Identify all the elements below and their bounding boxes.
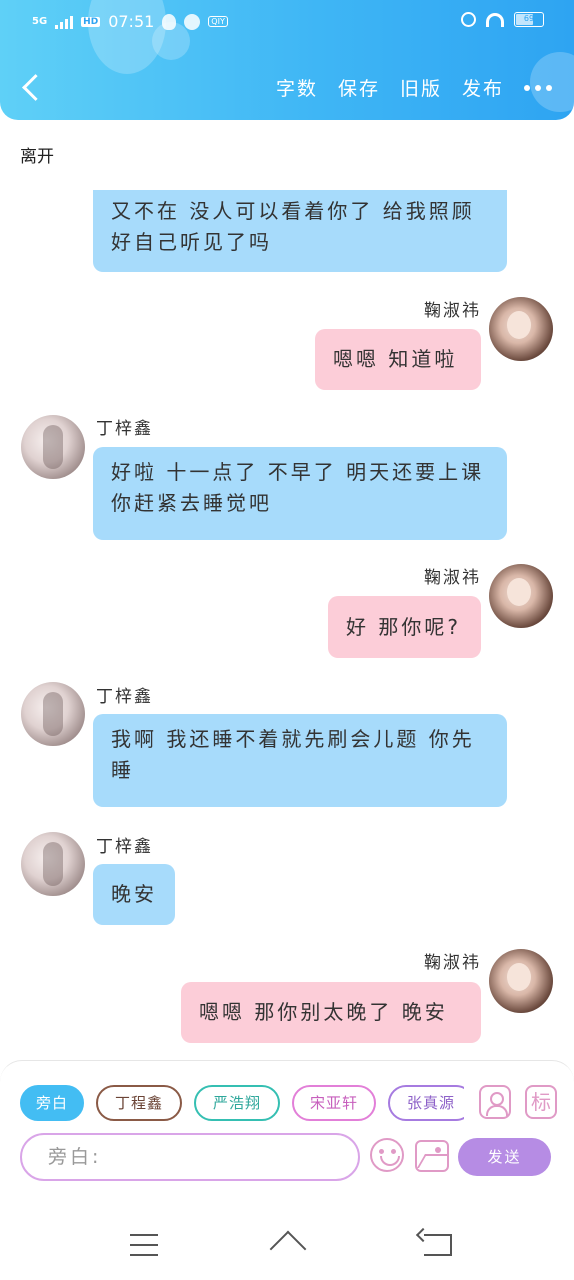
message-bubble[interactable]: 好啦 十一点了 不早了 明天还要上课你赶紧去睡觉吧	[93, 447, 507, 540]
header-actions: 字数 保存 旧版 发布	[276, 74, 552, 101]
avatar[interactable]	[21, 832, 85, 896]
add-character-icon[interactable]	[479, 1085, 511, 1119]
role-chip[interactable]: 张真源	[388, 1085, 464, 1121]
emoji-icon[interactable]	[370, 1138, 404, 1172]
avatar[interactable]	[489, 564, 553, 628]
status-bar: 5G HD 07:51 QIY 69	[0, 0, 574, 44]
hd-badge: HD	[81, 16, 101, 27]
qq-icon	[162, 13, 177, 30]
more-icon[interactable]	[524, 84, 552, 91]
message-bubble[interactable]: 晚安	[93, 864, 175, 925]
speaker-name: 鞠淑祎	[424, 568, 481, 588]
wifi-icon	[486, 12, 504, 27]
signal-icon	[55, 15, 74, 29]
status-time: 07:51	[108, 12, 155, 31]
avatar[interactable]	[489, 949, 553, 1013]
back-arrow-icon[interactable]	[18, 70, 46, 106]
role-selector: 旁白 丁程鑫 严浩翔 宋亚轩 张真源	[20, 1085, 464, 1123]
message-bubble[interactable]: 又不在 没人可以看着你了 给我照顾好自己听见了吗	[93, 190, 507, 272]
tag-button[interactable]: 标	[525, 1085, 557, 1119]
avatar[interactable]	[21, 415, 85, 479]
message-bubble[interactable]: 嗯嗯 知道啦	[315, 329, 481, 390]
system-nav-bar	[0, 1212, 574, 1280]
app-header: 5G HD 07:51 QIY 69 字数 保存 旧版 发布	[0, 0, 574, 120]
role-chip[interactable]: 严浩翔	[194, 1085, 280, 1121]
save-button[interactable]: 保存	[338, 74, 380, 101]
word-count-button[interactable]: 字数	[276, 74, 318, 101]
message-bubble[interactable]: 好 那你呢?	[328, 596, 481, 658]
image-icon[interactable]	[415, 1140, 449, 1172]
publish-button[interactable]: 发布	[462, 74, 504, 101]
home-icon[interactable]	[270, 1232, 306, 1258]
menu-icon[interactable]	[130, 1234, 158, 1256]
role-chip[interactable]: 丁程鑫	[96, 1085, 182, 1121]
speaker-name: 鞠淑祎	[424, 301, 481, 321]
role-chip-narrator[interactable]: 旁白	[20, 1085, 84, 1121]
message-bubble[interactable]: 我啊 我还睡不着就先刷会儿题 你先睡	[93, 714, 507, 807]
send-button[interactable]: 发送	[458, 1138, 551, 1176]
speaker-name: 鞠淑祎	[424, 953, 481, 973]
network-label: 5G	[32, 16, 48, 27]
avatar[interactable]	[21, 682, 85, 746]
speaker-name: 丁梓鑫	[96, 419, 153, 439]
speaker-name: 丁梓鑫	[96, 687, 153, 707]
alarm-icon	[461, 12, 476, 27]
message-bubble[interactable]: 嗯嗯 那你别太晚了 晚安	[181, 982, 481, 1043]
avatar[interactable]	[489, 297, 553, 361]
browser-icon	[184, 13, 201, 30]
battery-icon: 69	[514, 12, 544, 27]
role-chip[interactable]: 宋亚轩	[292, 1085, 376, 1121]
old-version-button[interactable]: 旧版	[400, 74, 442, 101]
scene-label: 离开	[20, 147, 54, 167]
iqiyi-icon: QIY	[208, 16, 228, 27]
speaker-name: 丁梓鑫	[96, 837, 153, 857]
message-input[interactable]: 旁白:	[20, 1133, 360, 1181]
back-icon[interactable]	[424, 1234, 452, 1256]
